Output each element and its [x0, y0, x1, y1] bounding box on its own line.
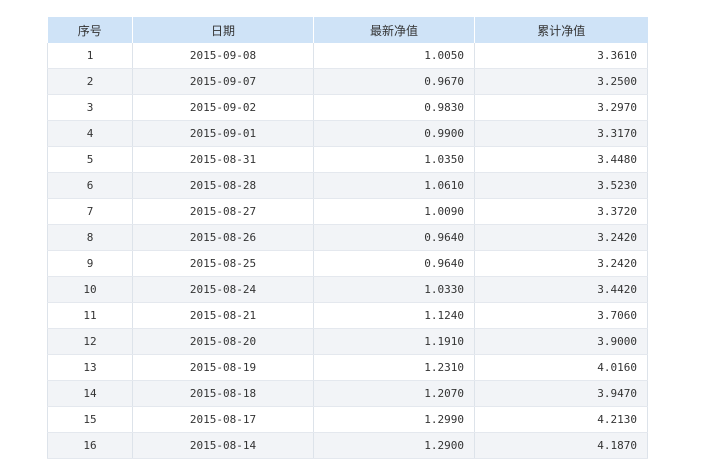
cell-cumulative-nav: 3.2970 — [474, 94, 648, 121]
cell-date: 2015-09-02 — [132, 94, 314, 121]
table-row: 7 2015-08-27 1.0090 3.3720 — [47, 198, 648, 225]
cell-index: 1 — [47, 43, 133, 69]
cell-index: 10 — [47, 276, 133, 303]
column-header-date[interactable]: 日期 — [132, 17, 314, 43]
table-header: 序号 日期 最新净值 累计净值 — [47, 17, 648, 43]
cell-latest-nav: 1.2900 — [313, 432, 475, 459]
cell-cumulative-nav: 3.3720 — [474, 198, 648, 225]
table-row: 14 2015-08-18 1.2070 3.9470 — [47, 380, 648, 407]
cell-cumulative-nav: 3.5230 — [474, 172, 648, 199]
cell-index: 15 — [47, 406, 133, 433]
cell-cumulative-nav: 3.3170 — [474, 120, 648, 147]
table-row: 5 2015-08-31 1.0350 3.4480 — [47, 146, 648, 173]
cell-date: 2015-08-17 — [132, 406, 314, 433]
cell-index: 16 — [47, 432, 133, 459]
cell-date: 2015-08-27 — [132, 198, 314, 225]
column-header-latest-nav[interactable]: 最新净值 — [313, 17, 475, 43]
table-row: 6 2015-08-28 1.0610 3.5230 — [47, 172, 648, 199]
cell-date: 2015-08-24 — [132, 276, 314, 303]
cell-date: 2015-08-19 — [132, 354, 314, 381]
table-row: 2 2015-09-07 0.9670 3.2500 — [47, 68, 648, 95]
cell-latest-nav: 0.9640 — [313, 224, 475, 251]
cell-latest-nav: 1.0610 — [313, 172, 475, 199]
cell-index: 12 — [47, 328, 133, 355]
cell-date: 2015-08-28 — [132, 172, 314, 199]
cell-latest-nav: 1.0330 — [313, 276, 475, 303]
column-header-cumulative-nav[interactable]: 累计净值 — [474, 17, 648, 43]
cell-latest-nav: 1.0090 — [313, 198, 475, 225]
cell-latest-nav: 0.9900 — [313, 120, 475, 147]
table-row: 15 2015-08-17 1.2990 4.2130 — [47, 406, 648, 433]
cell-index: 7 — [47, 198, 133, 225]
cell-index: 2 — [47, 68, 133, 95]
table-row: 13 2015-08-19 1.2310 4.0160 — [47, 354, 648, 381]
cell-index: 5 — [47, 146, 133, 173]
cell-date: 2015-08-25 — [132, 250, 314, 277]
table-body: 1 2015-09-08 1.0050 3.3610 2 2015-09-07 0.9670… — [47, 43, 648, 459]
table-row: 4 2015-09-01 0.9900 3.3170 — [47, 120, 648, 147]
cell-cumulative-nav: 4.0160 — [474, 354, 648, 381]
cell-latest-nav: 1.1910 — [313, 328, 475, 355]
cell-latest-nav: 0.9830 — [313, 94, 475, 121]
cell-index: 9 — [47, 250, 133, 277]
cell-index: 13 — [47, 354, 133, 381]
cell-cumulative-nav: 3.4420 — [474, 276, 648, 303]
nav-history-table: 序号 日期 最新净值 累计净值 1 2015-09-08 1.0050 3.3610 2… — [47, 17, 648, 459]
cell-cumulative-nav: 3.4480 — [474, 146, 648, 173]
table-row: 3 2015-09-02 0.9830 3.2970 — [47, 94, 648, 121]
table-row: 11 2015-08-21 1.1240 3.7060 — [47, 302, 648, 329]
cell-date: 2015-08-14 — [132, 432, 314, 459]
nav-history-table-container: 序号 日期 最新净值 累计净值 1 2015-09-08 1.0050 3.3610 2… — [47, 17, 648, 459]
table-row: 16 2015-08-14 1.2900 4.1870 — [47, 432, 648, 459]
cell-cumulative-nav: 4.1870 — [474, 432, 648, 459]
cell-date: 2015-09-07 — [132, 68, 314, 95]
cell-latest-nav: 0.9640 — [313, 250, 475, 277]
cell-date: 2015-08-18 — [132, 380, 314, 407]
cell-cumulative-nav: 4.2130 — [474, 406, 648, 433]
table-row: 12 2015-08-20 1.1910 3.9000 — [47, 328, 648, 355]
cell-date: 2015-09-01 — [132, 120, 314, 147]
cell-cumulative-nav: 3.3610 — [474, 43, 648, 69]
cell-index: 6 — [47, 172, 133, 199]
table-row: 10 2015-08-24 1.0330 3.4420 — [47, 276, 648, 303]
cell-cumulative-nav: 3.9470 — [474, 380, 648, 407]
cell-date: 2015-09-08 — [132, 43, 314, 69]
cell-index: 4 — [47, 120, 133, 147]
cell-cumulative-nav: 3.9000 — [474, 328, 648, 355]
cell-latest-nav: 1.2310 — [313, 354, 475, 381]
table-row: 9 2015-08-25 0.9640 3.2420 — [47, 250, 648, 277]
cell-date: 2015-08-26 — [132, 224, 314, 251]
cell-cumulative-nav: 3.2420 — [474, 250, 648, 277]
cell-latest-nav: 1.2990 — [313, 406, 475, 433]
column-header-index[interactable]: 序号 — [47, 17, 133, 43]
cell-index: 14 — [47, 380, 133, 407]
cell-latest-nav: 0.9670 — [313, 68, 475, 95]
header-row: 序号 日期 最新净值 累计净值 — [47, 17, 648, 43]
cell-latest-nav: 1.0350 — [313, 146, 475, 173]
table-row: 8 2015-08-26 0.9640 3.2420 — [47, 224, 648, 251]
cell-latest-nav: 1.0050 — [313, 43, 475, 69]
cell-index: 3 — [47, 94, 133, 121]
cell-date: 2015-08-21 — [132, 302, 314, 329]
cell-date: 2015-08-31 — [132, 146, 314, 173]
cell-date: 2015-08-20 — [132, 328, 314, 355]
table-row: 1 2015-09-08 1.0050 3.3610 — [47, 43, 648, 69]
cell-latest-nav: 1.1240 — [313, 302, 475, 329]
cell-index: 8 — [47, 224, 133, 251]
cell-cumulative-nav: 3.2500 — [474, 68, 648, 95]
cell-latest-nav: 1.2070 — [313, 380, 475, 407]
cell-cumulative-nav: 3.2420 — [474, 224, 648, 251]
cell-cumulative-nav: 3.7060 — [474, 302, 648, 329]
cell-index: 11 — [47, 302, 133, 329]
